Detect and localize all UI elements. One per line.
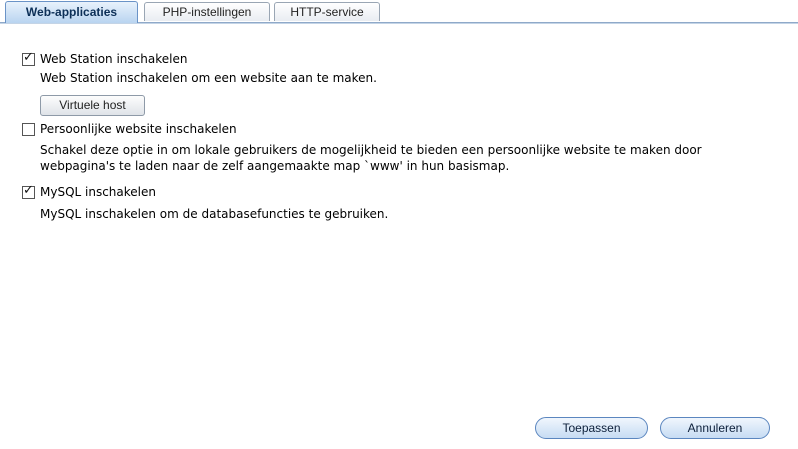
- personal-website-label[interactable]: Persoonlijke website inschakelen: [40, 122, 237, 136]
- web-station-description: Web Station inschakelen om een website a…: [40, 71, 377, 85]
- settings-window: Web-applicaties PHP-instellingen HTTP-se…: [0, 0, 798, 449]
- apply-button[interactable]: Toepassen: [535, 417, 648, 439]
- personal-website-description-line2: webpagina's te laden naar de zelf aangem…: [40, 159, 510, 173]
- web-station-label[interactable]: Web Station inschakelen: [40, 52, 187, 66]
- tab-http-service[interactable]: HTTP-service: [274, 2, 380, 21]
- web-station-checkbox[interactable]: ✓: [22, 49, 35, 66]
- personal-website-option: Persoonlijke website inschakelen: [22, 121, 237, 137]
- personal-website-description-line1: Schakel deze optie in om lokale gebruike…: [40, 143, 702, 157]
- cancel-button[interactable]: Annuleren: [660, 417, 770, 439]
- virtual-host-button[interactable]: Virtuele host: [40, 95, 145, 116]
- tab-bar: Web-applicaties PHP-instellingen HTTP-se…: [0, 0, 798, 23]
- mysql-option: ✓ MySQL inschakelen: [22, 182, 156, 200]
- checkmark-icon: ✓: [23, 49, 34, 65]
- tab-content-panel: ✓ Web Station inschakelen Web Station in…: [0, 23, 798, 449]
- tab-php-settings[interactable]: PHP-instellingen: [144, 2, 270, 21]
- mysql-checkbox[interactable]: ✓: [22, 182, 35, 199]
- mysql-description: MySQL inschakelen om de databasefuncties…: [40, 207, 389, 221]
- tab-web-applications[interactable]: Web-applicaties: [5, 1, 138, 23]
- web-station-option: ✓ Web Station inschakelen: [22, 49, 187, 67]
- personal-website-checkbox[interactable]: [22, 122, 35, 136]
- checkmark-icon: ✓: [23, 182, 34, 198]
- mysql-label[interactable]: MySQL inschakelen: [40, 185, 156, 199]
